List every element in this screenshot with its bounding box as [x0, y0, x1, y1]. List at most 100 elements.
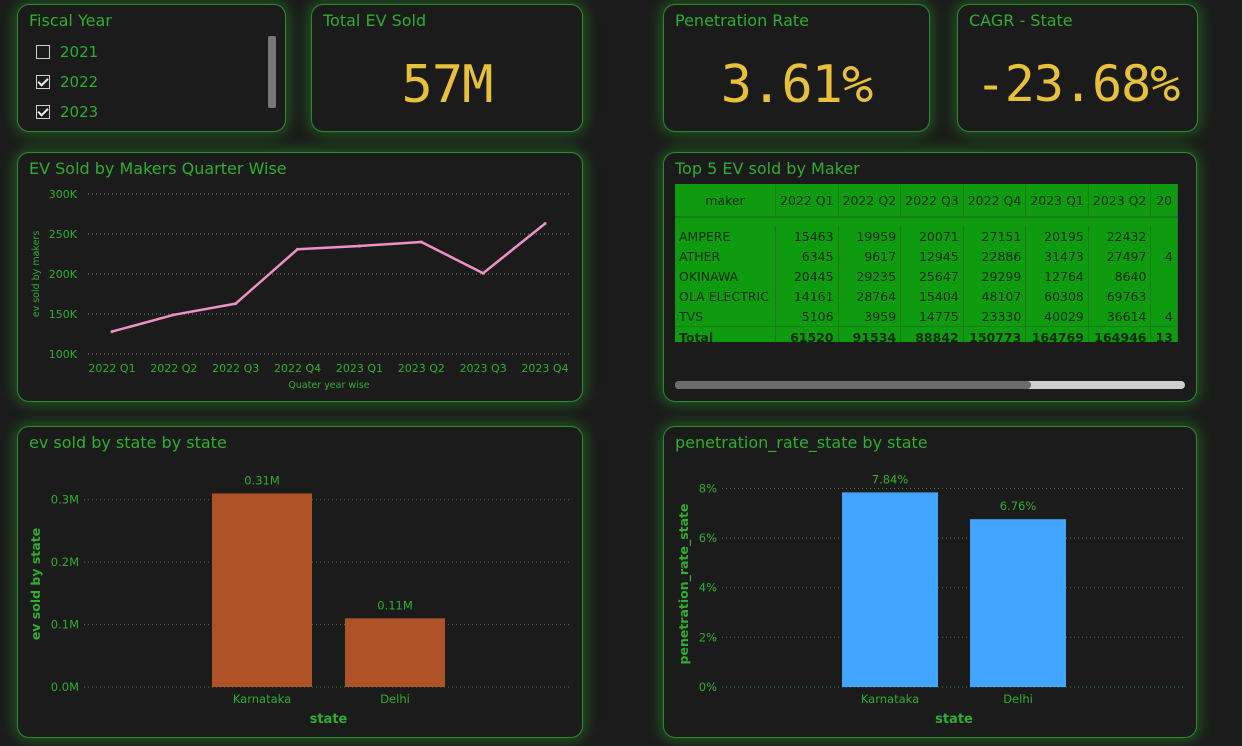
- y-axis-title: ev sold by state: [28, 528, 43, 640]
- y-tick-label: 0.2M: [51, 555, 79, 569]
- value-cell: 15404: [900, 286, 964, 306]
- slicer-option-2021[interactable]: 2021: [36, 42, 98, 62]
- pen-state-card: penetration_rate_state by state 8% 6% 4% 2%…: [663, 426, 1197, 738]
- x-tick-label: 2023 Q1: [336, 362, 383, 375]
- bar: [212, 493, 312, 687]
- y-tick-label: 300K: [49, 188, 78, 201]
- slicer-label-2021: 2021: [60, 43, 99, 61]
- total-cell: 88842: [900, 326, 964, 342]
- col-header[interactable]: 2022 Q2: [838, 184, 902, 218]
- value-cell: 27151: [963, 226, 1027, 246]
- table-row[interactable]: AMPERE 15463 19959 20071 27151 20195 224…: [675, 226, 1178, 246]
- checkbox-2021[interactable]: [36, 45, 50, 59]
- x-tick-label: 2023 Q2: [398, 362, 445, 375]
- y-tick-label: 8%: [699, 481, 717, 495]
- col-header[interactable]: 2023 Q2: [1088, 184, 1152, 218]
- data-point: [110, 330, 114, 334]
- slicer-option-2022[interactable]: 2022: [36, 72, 98, 92]
- total-cell: 91534: [838, 326, 902, 342]
- y-tick-label: 4%: [699, 581, 717, 595]
- y-tick-label: 0.3M: [51, 493, 79, 507]
- pen-state-bar-chart: 8% 6% 4% 2% 0% 7.84% Karnataka 6.76% Delhi state p…: [676, 472, 1184, 727]
- value-cell: 3959: [838, 306, 902, 327]
- value-cell: 48107: [963, 286, 1027, 306]
- matrix-viewport: maker 2022 Q1 2022 Q2 2022 Q3 2022 Q4 20…: [675, 184, 1185, 342]
- line-chart: 300K 250K 200K 150K 100K 2022 Q1 2022 Q2 2022 Q…: [31, 188, 570, 391]
- slicer-label-2023: 2023: [60, 103, 99, 121]
- total-ev-card: Total EV Sold 57M: [311, 4, 583, 132]
- series-line: [111, 222, 546, 333]
- table-card: Top 5 EV sold by Maker maker 2022 Q1 202…: [663, 152, 1197, 402]
- value-cell: 5106: [775, 306, 839, 327]
- total-cell: 164946: [1088, 326, 1152, 342]
- col-header[interactable]: 2022 Q3: [900, 184, 964, 218]
- table-total-row: Total 61520 91534 88842 150773 164769 16…: [675, 326, 1178, 342]
- table-row[interactable]: OKINAWA 20445 29235 25647 29299 12764 86…: [675, 266, 1178, 286]
- value-cell: 15463: [775, 226, 839, 246]
- value-cell: [1150, 226, 1178, 246]
- value-cell: 4: [1150, 246, 1178, 266]
- x-tick-label: Delhi: [1003, 692, 1033, 706]
- maker-cell: OKINAWA: [675, 266, 776, 286]
- table-title: Top 5 EV sold by Maker: [675, 159, 860, 178]
- value-cell: 12945: [900, 246, 964, 266]
- y-axis-title: penetration_rate_state: [676, 504, 692, 665]
- col-header[interactable]: 2023 Q1: [1025, 184, 1089, 218]
- maker-cell: AMPERE: [675, 226, 776, 246]
- x-tick-label: Karnataka: [233, 692, 291, 706]
- x-tick-label: 2022 Q3: [212, 362, 259, 375]
- data-point: [419, 240, 423, 244]
- maker-cell: TVS: [675, 306, 776, 327]
- y-tick-label: 250K: [49, 228, 78, 241]
- slicer-scrollbar[interactable]: [268, 36, 276, 108]
- total-label: Total: [675, 326, 776, 342]
- x-tick-label: 2022 Q4: [274, 362, 321, 375]
- slicer-option-2023[interactable]: 2023: [36, 102, 98, 122]
- value-cell: 29299: [963, 266, 1027, 286]
- value-cell: 14775: [900, 306, 964, 327]
- ev-state-bar-chart: 0.3M 0.2M 0.1M 0.0M 0.31M Karnataka 0.11M Delhi…: [28, 473, 570, 727]
- value-cell: 25647: [900, 266, 964, 286]
- value-cell: 14161: [775, 286, 839, 306]
- x-tick-label: 2023 Q4: [521, 362, 568, 375]
- x-tick-label: Delhi: [380, 692, 410, 706]
- bar: [842, 492, 938, 687]
- data-label: 0.31M: [244, 473, 280, 487]
- col-header[interactable]: 2022 Q4: [963, 184, 1027, 218]
- table-row[interactable]: ATHER 6345 9617 12945 22886 31473 27497 …: [675, 246, 1178, 266]
- total-cell: 150773: [963, 326, 1027, 342]
- x-axis-title: state: [935, 712, 973, 727]
- y-tick-label: 0.1M: [51, 618, 79, 632]
- value-cell: 36614: [1088, 306, 1152, 327]
- table-row[interactable]: OLA ELECTRIC 14161 28764 15404 48107 603…: [675, 286, 1178, 306]
- x-tick-label: Karnataka: [861, 692, 919, 706]
- col-header-maker[interactable]: maker: [675, 184, 776, 218]
- x-axis-title: Quater year wise: [288, 380, 369, 391]
- table-horizontal-scrollbar[interactable]: [675, 381, 1185, 389]
- value-cell: 6345: [775, 246, 839, 266]
- total-ev-value: 57M: [401, 55, 494, 115]
- y-tick-label: 0.0M: [51, 680, 79, 694]
- value-cell: 60308: [1025, 286, 1089, 306]
- value-cell: 8640: [1088, 266, 1152, 286]
- scrollbar-thumb[interactable]: [675, 381, 1031, 389]
- value-cell: 19959: [838, 226, 902, 246]
- cagr-card: CAGR - State -23.68%: [957, 4, 1198, 132]
- table-row[interactable]: TVS 5106 3959 14775 23330 40029 36614 4: [675, 306, 1178, 327]
- checkbox-2022[interactable]: [36, 75, 50, 89]
- bar: [970, 519, 1066, 687]
- checkbox-2023[interactable]: [36, 105, 50, 119]
- value-cell: 4: [1150, 306, 1178, 327]
- y-tick-label: 150K: [49, 308, 78, 321]
- value-cell: 28764: [838, 286, 902, 306]
- value-cell: 69763: [1088, 286, 1152, 306]
- y-tick-label: 200K: [49, 268, 78, 281]
- penetration-value: 3.61%: [720, 55, 874, 115]
- col-header[interactable]: 20: [1150, 184, 1178, 218]
- col-header[interactable]: 2022 Q1: [775, 184, 839, 218]
- total-ev-title: Total EV Sold: [323, 11, 427, 30]
- value-cell: [1150, 286, 1178, 306]
- value-cell: 22886: [963, 246, 1027, 266]
- value-cell: 27497: [1088, 246, 1152, 266]
- maker-cell: ATHER: [675, 246, 776, 266]
